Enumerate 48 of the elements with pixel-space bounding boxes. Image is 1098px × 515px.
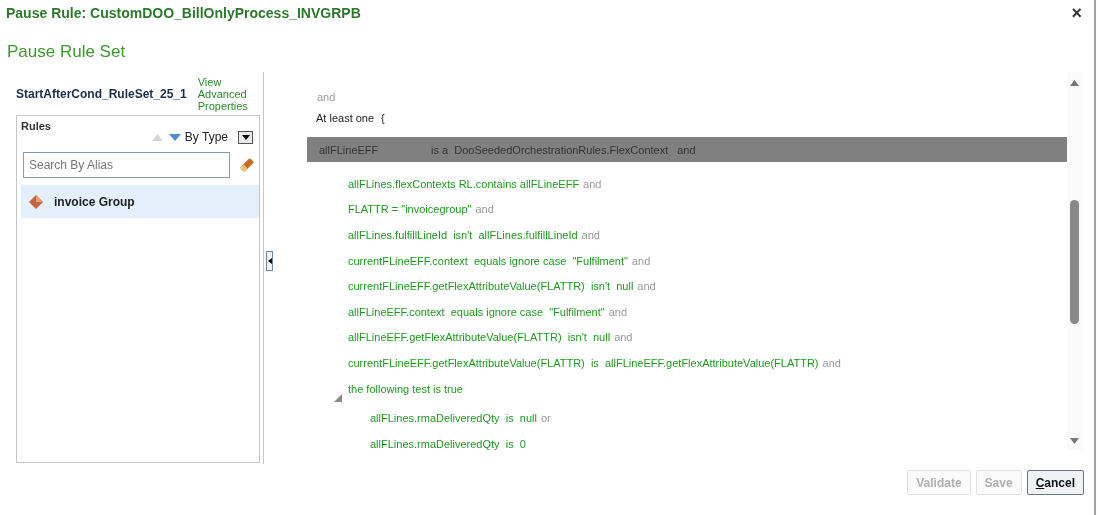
condition-text[interactable]: currentFLineEFF.getFlexAttributeValue(FLATTR) isn't null	[348, 280, 634, 293]
sort-label: By Type	[184, 130, 228, 144]
condition-text[interactable]: allFLineEFF.getFlexAttributeValue(FLATTR) isn't null	[348, 331, 611, 344]
condition-text[interactable]: allFLineEFF.context equals ignore case "Fulfilment"	[348, 305, 605, 318]
connector-text: and	[614, 331, 633, 344]
condition-text[interactable]: allFLines.fulfillLineId isn't allFLines.fulfillLineId	[348, 229, 578, 241]
connector-text: and	[317, 91, 337, 105]
page-heading: Pause Rule Set	[7, 42, 127, 62]
connector-text: and	[677, 143, 696, 156]
scroll-down-icon[interactable]	[1070, 438, 1079, 444]
vertical-scrollbar[interactable]	[1067, 72, 1082, 450]
condition-text[interactable]: FLATTR = "invoicegroup"	[348, 203, 472, 216]
close-button[interactable]: ×	[1071, 5, 1082, 21]
condition-text[interactable]: currentFLineEFF.getFlexAttributeValue(FLATTR) is allFLineEFF.getFlexAttributeValue(FLATTR)	[348, 356, 819, 369]
caret-icon	[241, 134, 250, 140]
rule-item[interactable]: invoice Group	[21, 185, 259, 218]
condition-text[interactable]: currentFLineEFF.context equals ignore case "Fulfilment"	[348, 254, 628, 267]
connector-text: or	[540, 412, 551, 425]
fact-type-text: is a DooSeededOrchestrationRules.FlexContext	[431, 143, 669, 156]
condition-text[interactable]: allFLines.rmaDeliveredQty is 0	[370, 437, 526, 450]
scroll-thumb[interactable]	[1070, 200, 1079, 324]
connector-text: and	[631, 254, 651, 267]
caret-icon	[267, 258, 272, 264]
connector-text: and	[608, 305, 627, 318]
condition-text[interactable]: allFLines.flexContexts RL.contains allFLineEFF	[348, 177, 580, 190]
collapse-button[interactable]	[266, 251, 273, 271]
fact-bar[interactable]: allFLineEFF is a DooSeededOrchestrationRules.FlexContext and	[307, 137, 1067, 162]
ruleset-name: StartAfterCond_RuleSet_25_1	[16, 87, 187, 101]
search-field[interactable]: Search By Alias	[23, 152, 230, 178]
scroll-up-icon[interactable]	[1070, 80, 1079, 86]
connector-text: and	[822, 356, 841, 369]
sort-descending-icon[interactable]	[168, 133, 181, 141]
fact-variable: allFLineEFF	[319, 143, 380, 156]
condition-text[interactable]: the following test is true	[348, 382, 463, 395]
dialog-title: Pause Rule: CustomDOO_BillOnlyProcess_INVGRPB	[6, 5, 361, 21]
quantifier-text: At least one	[316, 112, 375, 126]
panel-title: Rules	[21, 120, 51, 134]
diamond-icon	[29, 194, 43, 209]
dialog-button[interactable]: Cancel	[1026, 470, 1084, 495]
collapse-triangle-icon[interactable]	[334, 393, 342, 402]
connector-text: and	[637, 280, 656, 293]
advanced-properties-link[interactable]: View Advanced Properties	[197, 76, 253, 112]
connector-text: and	[581, 229, 600, 241]
dropdown-button[interactable]	[238, 130, 253, 144]
connector-text: and	[583, 177, 602, 190]
connector-text: and	[475, 203, 494, 216]
condition-text[interactable]: allFLines.rmaDeliveredQty is null	[370, 412, 537, 425]
brace-text: {	[381, 112, 385, 126]
